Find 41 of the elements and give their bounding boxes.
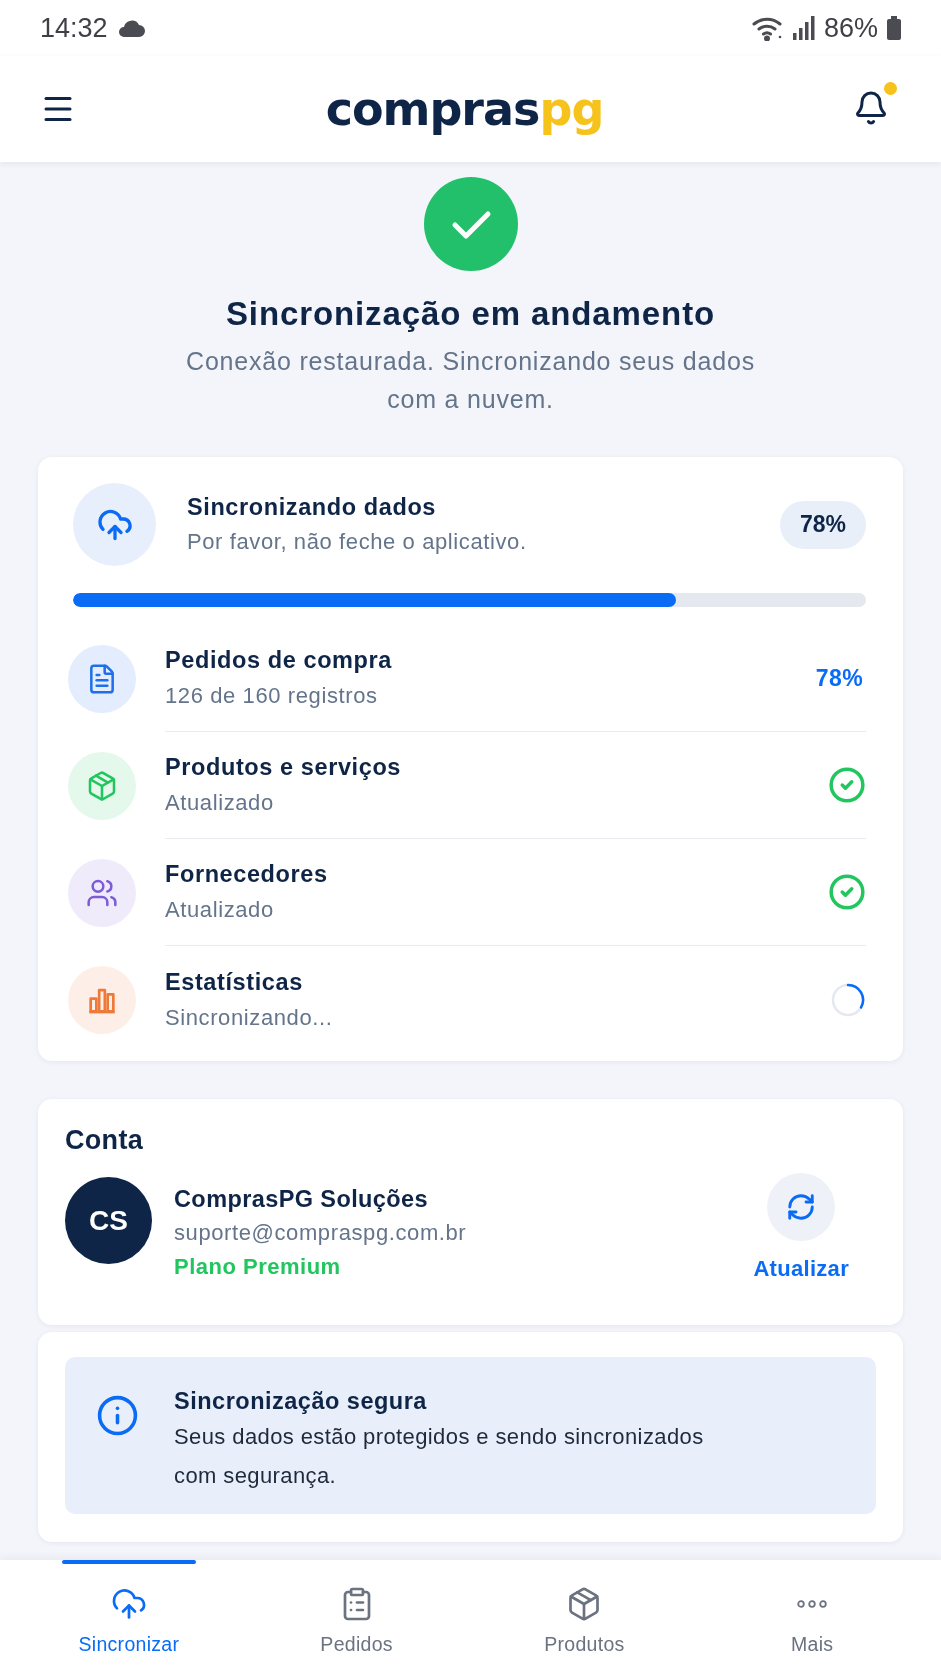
percent-text: 78% [815, 664, 863, 692]
plan-label: Plano Premium [174, 1253, 342, 1281]
bell-icon[interactable] [853, 90, 889, 126]
nav-tab[interactable]: Produtos [470, 1560, 699, 1672]
section-heading: Conta [65, 1124, 144, 1156]
info-icon [96, 1394, 139, 1437]
sync-title: Sincronização em andamento [225, 295, 716, 333]
item-status: Sincronizando... [165, 1003, 334, 1032]
battery-percent: 86% [823, 12, 878, 44]
item-status: Atualizado [165, 896, 275, 924]
check-circle-icon [828, 873, 866, 911]
spinner-icon [830, 981, 866, 1018]
check-circle-icon [423, 177, 518, 271]
notice-text: Seus dados estão protegidos e sendo sincronizados com segurança. [174, 1423, 705, 1490]
card-title: Sincronizando dados [187, 493, 438, 522]
item-status: 126 de 160 registros [165, 682, 379, 710]
battery-icon [887, 16, 901, 40]
percent-badge: 78% [779, 500, 866, 549]
cloud-icon [116, 19, 145, 37]
item-title: Produtos e serviços [165, 753, 403, 782]
clock-time: 14:32 [40, 12, 108, 44]
account-name: ComprasPG Soluções [174, 1185, 430, 1214]
more-icon [797, 1600, 828, 1608]
card-subtitle: Por favor, não feche o aplicativo. [187, 528, 528, 556]
nav-tab[interactable]: Sincronizar [15, 1560, 243, 1672]
refresh-button[interactable]: Atualizar [753, 1173, 849, 1284]
nav-tab[interactable]: Pedidos [242, 1560, 471, 1672]
notice-title: Sincronização segura [174, 1387, 428, 1416]
item-title: Fornecedores [165, 860, 329, 889]
avatar-initials: CS [65, 1177, 152, 1264]
check-circle-icon [828, 766, 866, 804]
nav-tab[interactable]: Mais [698, 1560, 926, 1672]
sync-subtitle: Conexão restaurada. Sincronizando seus dados com a nuvem. [185, 346, 756, 415]
account-email: suporte@compraspg.com.br [174, 1219, 468, 1247]
signal-icon [792, 16, 815, 40]
item-title: Pedidos de compra [165, 646, 393, 675]
item-status: Atualizado [165, 789, 275, 817]
cloud-upload-icon [110, 1586, 147, 1622]
item-title: Estatísticas [165, 967, 304, 997]
logo: compraspg [325, 83, 604, 135]
wifi-icon [751, 15, 784, 41]
